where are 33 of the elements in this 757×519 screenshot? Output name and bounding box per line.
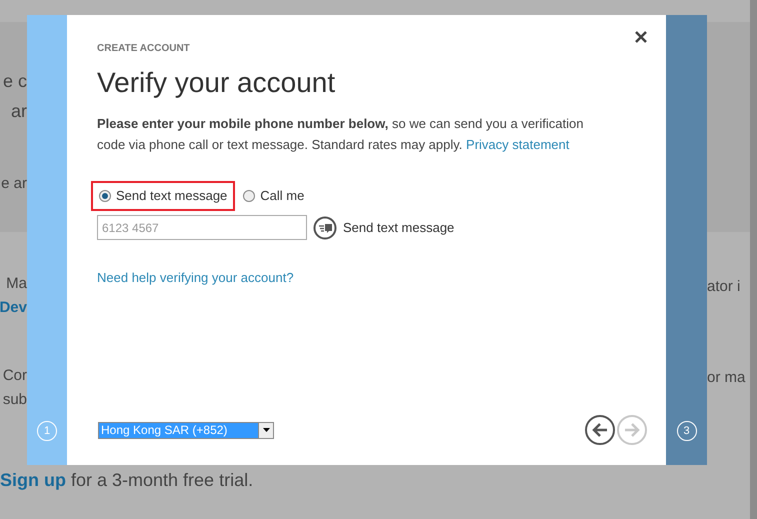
signup-link[interactable]: Sign up — [0, 470, 66, 490]
message-icon — [313, 216, 337, 240]
privacy-link[interactable]: Privacy statement — [466, 137, 570, 152]
arrow-right-icon — [624, 423, 640, 437]
caret-icon — [262, 428, 270, 432]
background-text: e c — [2, 70, 27, 93]
step-number: 3 — [676, 421, 696, 441]
background-text: ar — [10, 100, 27, 123]
close-icon — [635, 31, 647, 43]
radio-option[interactable]: Call me — [235, 181, 312, 211]
country-value: Hong Kong SAR (+852) — [99, 422, 258, 438]
background-text: ator i — [707, 277, 742, 297]
dialog-title: Verify your account — [97, 66, 336, 100]
eyebrow-label: CREATE ACCOUNT — [97, 43, 191, 55]
background-text: or ma — [707, 368, 746, 388]
radio-button[interactable] — [243, 190, 256, 202]
background-text: e ar — [1, 174, 27, 194]
help-link[interactable]: Need help verifying your account? — [97, 268, 636, 288]
send-button[interactable]: Send text message — [313, 216, 454, 240]
phone-field[interactable]: 6123 4567 — [97, 215, 307, 240]
close-button[interactable] — [633, 29, 649, 45]
intro-text: Please enter your mobile phone number below, so we can send you a verification code via phone call or text message. Standard rates may apply. Privacy statement — [97, 115, 584, 154]
country-dropdown[interactable]: Hong Kong SAR (+852) — [98, 422, 274, 438]
arrow-left-icon — [592, 423, 608, 437]
background-text: sub — [2, 390, 27, 410]
radio-button[interactable] — [99, 190, 111, 202]
step-number: 1 — [37, 421, 57, 441]
background-link[interactable]: Dev — [0, 296, 27, 320]
back-button[interactable] — [585, 415, 615, 445]
signup-sentence: Sign up for a 3-month free trial. — [0, 469, 254, 492]
background-text: Cor — [2, 366, 27, 386]
radio-option[interactable]: Send text message — [91, 181, 236, 211]
background-text: Ma — [6, 274, 27, 294]
